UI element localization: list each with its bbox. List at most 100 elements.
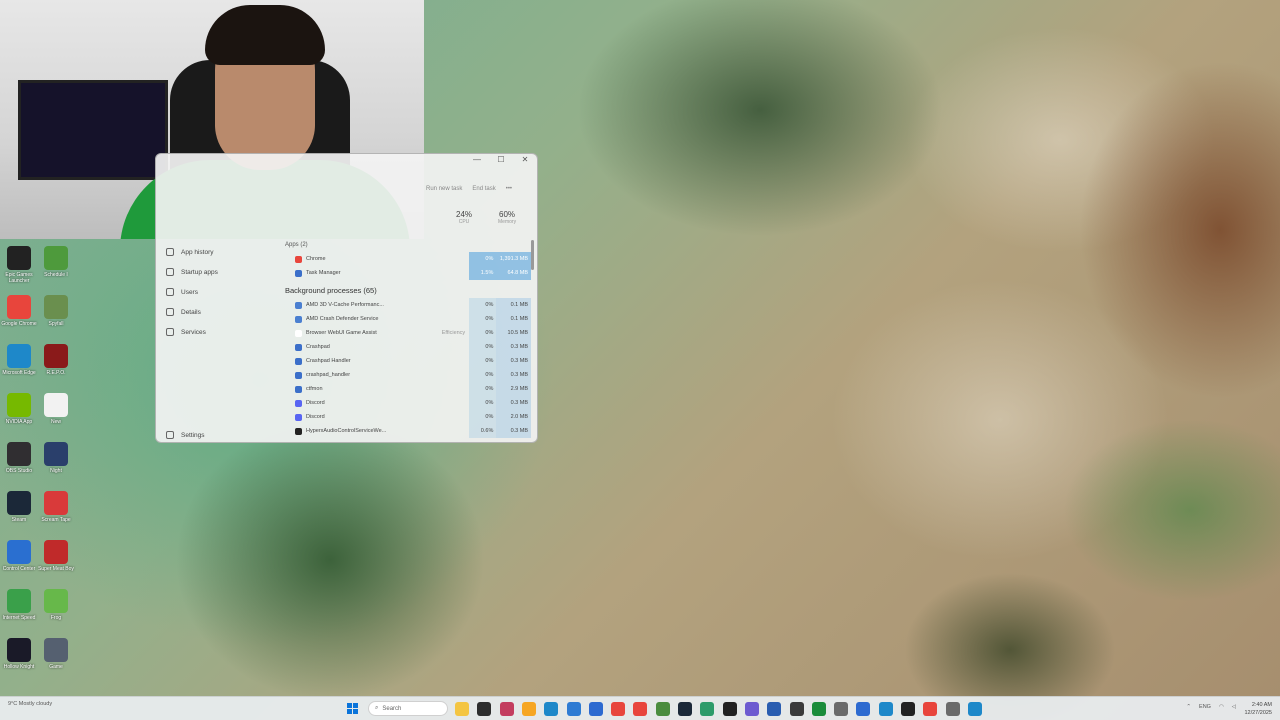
taskbar-app-chrome-2[interactable] — [633, 702, 648, 716]
process-row[interactable]: AMD 3D V-Cache Performanc... 0% 0.1 MB — [281, 298, 532, 312]
startup-icon — [166, 268, 174, 276]
app-icon — [7, 442, 31, 466]
language-indicator[interactable]: ENG — [1199, 704, 1211, 710]
taskbar-app-app-15[interactable] — [878, 702, 893, 716]
process-row[interactable]: Browser WebUI Game Assist Efficiency 0% 10.… — [281, 326, 532, 340]
desktop-shortcut[interactable]: Game — [37, 638, 75, 686]
taskbar-app-app-5[interactable] — [655, 702, 670, 716]
start-button[interactable] — [347, 703, 358, 714]
desktop-shortcut[interactable]: Super Meat Boy — [37, 540, 75, 588]
desktop-shortcut[interactable]: OBS Studio — [0, 442, 38, 490]
taskbar-app-app-2[interactable] — [521, 702, 536, 716]
process-row[interactable]: Discord 0% 0.3 MB — [281, 396, 532, 410]
process-icon — [295, 329, 302, 337]
wifi-icon[interactable]: ◠ — [1219, 704, 1224, 710]
process-icon — [295, 269, 302, 277]
process-row[interactable]: crashpad_handler 0% 0.3 MB — [281, 368, 532, 382]
taskbar-app-app-9[interactable] — [744, 702, 759, 716]
title-bar: — ☐ ✕ — [447, 154, 537, 166]
desktop-shortcut[interactable]: Internet Speed — [0, 589, 38, 637]
taskbar-app-app-8[interactable] — [722, 702, 737, 716]
taskbar-app-app-1[interactable] — [499, 702, 514, 716]
desktop-shortcut[interactable]: Epic Games Launcher — [0, 246, 38, 294]
desktop-shortcut-label: Internet Speed — [2, 615, 36, 621]
process-row[interactable]: AMD Crash Defender Service 0% 0.1 MB — [281, 312, 532, 326]
process-row[interactable]: Task Manager 1.5% 64.8 MB — [281, 266, 532, 280]
desktop-shortcut-label: Super Meat Boy — [38, 566, 74, 572]
close-button[interactable]: ✕ — [513, 154, 537, 166]
desktop-shortcut[interactable]: Scream Tape — [37, 491, 75, 539]
nav-startup-apps[interactable]: Startup apps — [156, 262, 281, 282]
taskbar-app-files[interactable] — [477, 702, 492, 716]
desktop-shortcut[interactable]: Steam — [0, 491, 38, 539]
nav-label: Details — [181, 308, 201, 316]
weather-widget[interactable]: 9°C Mostly cloudy — [8, 701, 52, 707]
process-icon — [295, 301, 302, 309]
nav-services[interactable]: Services — [156, 322, 281, 342]
taskbar-app-app-11[interactable] — [789, 702, 804, 716]
process-name: AMD 3D V-Cache Performanc... — [306, 302, 384, 308]
taskbar-app-file-explorer[interactable] — [455, 702, 469, 716]
desktop-shortcut[interactable]: Microsoft Edge — [0, 344, 38, 392]
desktop-shortcut[interactable]: Schedule I — [37, 246, 75, 294]
process-list: Apps (2) Chrome 0% 1,391.3 MB Task Manager 1… — [281, 238, 532, 438]
desktop-shortcut[interactable]: Hollow Knight — [0, 638, 38, 686]
desktop-shortcut[interactable]: Night — [37, 442, 75, 490]
nav-app-history[interactable]: App history — [156, 242, 281, 262]
desktop-shortcut[interactable]: Frog — [37, 589, 75, 637]
desktop-shortcut[interactable]: Control Center — [0, 540, 38, 588]
taskbar-app-app-6[interactable] — [678, 702, 692, 716]
taskbar-app-app-16[interactable] — [901, 702, 915, 716]
maximize-button[interactable]: ☐ — [489, 154, 513, 166]
clock[interactable]: 2:40 AM 12/27/2025 — [1244, 701, 1272, 717]
process-icon — [295, 255, 302, 263]
taskbar-app-app-19[interactable] — [967, 702, 982, 716]
nav-settings[interactable]: Settings — [156, 425, 205, 442]
webcam-person-hair — [205, 5, 325, 65]
taskbar-app-app-3[interactable] — [566, 702, 581, 716]
taskbar-app-app-14[interactable] — [856, 702, 871, 716]
app-icon — [7, 344, 31, 368]
process-icon — [295, 427, 302, 435]
app-icon — [7, 295, 31, 319]
process-row[interactable]: Discord 0% 2.0 MB — [281, 410, 532, 424]
process-row[interactable]: Crashpad Handler 0% 0.3 MB — [281, 354, 532, 368]
desktop-shortcut[interactable]: New — [37, 393, 75, 441]
taskbar-app-app-18[interactable] — [945, 702, 960, 716]
memory-column-header[interactable]: 60% Memory — [498, 210, 516, 225]
apps-section-header[interactable]: Apps (2) — [281, 238, 531, 252]
nav-users[interactable]: Users — [156, 282, 281, 302]
process-row[interactable]: HyperxAudioControlServiceWe... 0.6% 0.3 MB — [281, 424, 532, 438]
taskbar-app-app-4[interactable] — [588, 702, 603, 716]
more-options-button[interactable]: ••• — [506, 186, 512, 192]
process-row[interactable]: Crashpad 0% 0.3 MB — [281, 340, 532, 354]
run-new-task-button[interactable]: Run new task — [426, 186, 462, 192]
search-box[interactable]: ⌕ Search — [368, 701, 448, 716]
desktop-shortcut-label: Spyfall — [48, 321, 64, 327]
task-manager-window: — ☐ ✕ Run new task End task ••• 24% CPU … — [155, 153, 538, 443]
desktop-shortcut[interactable]: Google Chrome — [0, 295, 38, 343]
taskbar-app-app-10[interactable] — [767, 702, 782, 716]
taskbar-app-app-7[interactable] — [700, 702, 715, 716]
app-icon — [7, 540, 31, 564]
sidebar-nav: App history Startup apps Users Details S… — [156, 242, 281, 342]
desktop-shortcut[interactable]: R.E.P.O. — [37, 344, 75, 392]
nav-details[interactable]: Details — [156, 302, 281, 322]
desktop-shortcut[interactable]: Spyfall — [37, 295, 75, 343]
taskbar-app-edge[interactable] — [544, 702, 559, 716]
taskbar-app-chrome[interactable] — [611, 702, 626, 716]
process-row[interactable]: ctfmon 0% 2.9 MB — [281, 382, 532, 396]
desktop-shortcut[interactable]: NVIDIA App — [0, 393, 38, 441]
chevron-up-icon[interactable]: ⌃ — [1186, 704, 1191, 710]
taskbar-app-app-13[interactable] — [834, 702, 849, 716]
scrollbar[interactable] — [531, 240, 534, 270]
end-task-button[interactable]: End task — [472, 186, 495, 192]
app-icon — [44, 442, 68, 466]
background-section-header[interactable]: Background processes (65) — [281, 284, 531, 298]
taskbar-app-app-12[interactable] — [811, 702, 826, 716]
process-row[interactable]: Chrome 0% 1,391.3 MB — [281, 252, 532, 266]
taskbar-app-app-17[interactable] — [923, 702, 938, 716]
minimize-button[interactable]: — — [465, 154, 489, 166]
volume-icon[interactable]: ◁ — [1232, 704, 1236, 710]
cpu-column-header[interactable]: 24% CPU — [456, 210, 472, 225]
